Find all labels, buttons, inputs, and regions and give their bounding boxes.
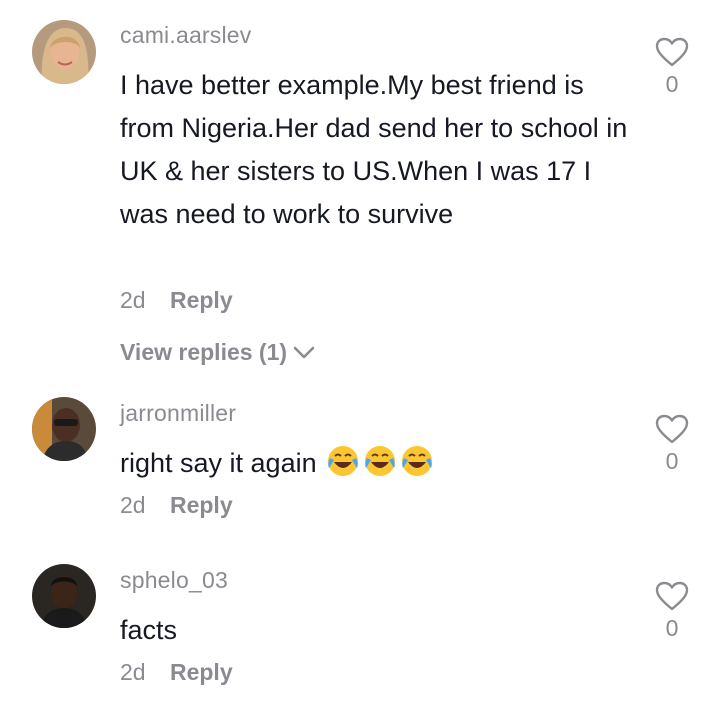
comment-item: jarronmiller right say it again 2d Reply… bbox=[0, 380, 720, 540]
comment-meta: 2d Reply bbox=[120, 287, 233, 314]
like-button[interactable]: 0 bbox=[652, 37, 692, 98]
comment-text: facts bbox=[120, 615, 178, 645]
comment-timestamp: 2d bbox=[120, 492, 146, 518]
avatar[interactable] bbox=[32, 397, 96, 461]
comment-username[interactable]: cami.aarslev bbox=[120, 22, 252, 49]
like-button[interactable]: 0 bbox=[652, 414, 692, 475]
comment-username[interactable]: jarronmiller bbox=[120, 400, 236, 427]
like-count: 0 bbox=[665, 615, 679, 641]
comment-item: sphelo_03 facts 2d Reply 0 bbox=[0, 547, 720, 712]
heart-icon bbox=[655, 414, 689, 444]
view-replies-label: View replies (1) bbox=[120, 339, 288, 365]
heart-icon bbox=[655, 37, 689, 67]
reply-button[interactable]: Reply bbox=[170, 287, 233, 313]
like-count: 0 bbox=[665, 71, 679, 97]
comment-timestamp: 2d bbox=[120, 287, 146, 313]
comment-text: I have better example.My best friend is … bbox=[120, 70, 628, 229]
comment-text-content: right say it again bbox=[120, 448, 317, 478]
comment-item: cami.aarslev I have better example.My be… bbox=[0, 0, 720, 380]
reply-button[interactable]: Reply bbox=[170, 659, 233, 685]
reply-button[interactable]: Reply bbox=[170, 492, 233, 518]
like-count: 0 bbox=[665, 448, 679, 474]
face-with-tears-of-joy-icon bbox=[326, 444, 434, 491]
comment-timestamp: 2d bbox=[120, 659, 146, 685]
like-button[interactable]: 0 bbox=[652, 581, 692, 642]
comment-meta: 2d Reply bbox=[120, 492, 233, 519]
view-replies-button[interactable]: View replies (1) bbox=[120, 339, 315, 366]
comment-text: right say it again bbox=[120, 442, 630, 491]
comment-username[interactable]: sphelo_03 bbox=[120, 567, 228, 594]
comment-meta: 2d Reply bbox=[120, 659, 233, 686]
avatar[interactable] bbox=[32, 20, 96, 84]
heart-icon bbox=[655, 581, 689, 611]
avatar[interactable] bbox=[32, 564, 96, 628]
chevron-down-icon bbox=[293, 346, 315, 358]
